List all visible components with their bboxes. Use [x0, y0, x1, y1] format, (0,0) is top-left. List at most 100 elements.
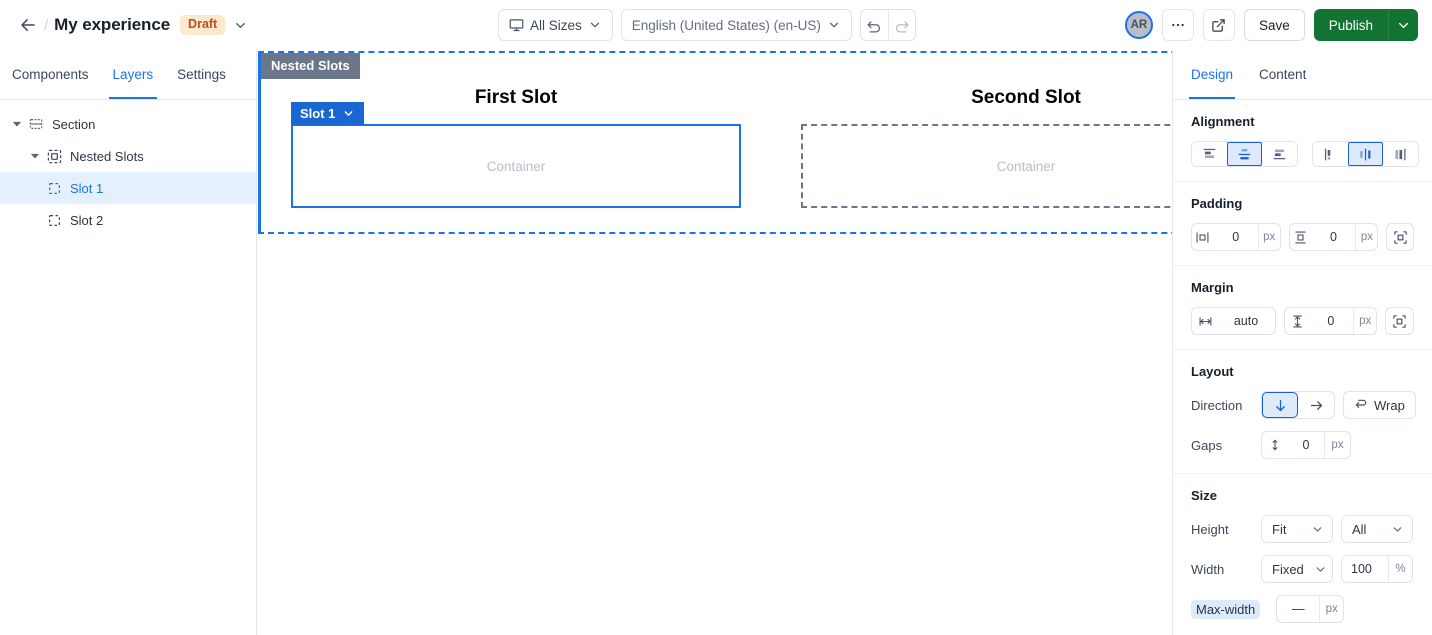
gaps-unit: px [1324, 432, 1350, 458]
margin-all-icon [1393, 314, 1406, 328]
title-menu-button[interactable] [233, 18, 248, 33]
width-mode-value: Fixed [1272, 561, 1304, 577]
expand-toggle[interactable] [8, 119, 26, 129]
chevron-down-icon [1314, 563, 1327, 576]
tree-item-label: Slot 1 [70, 180, 104, 196]
right-panel-tabs: Design Content [1173, 50, 1432, 100]
direction-row: Direction Wrap [1191, 391, 1416, 419]
margin-vertical-unit: px [1352, 308, 1377, 334]
maxwidth-input[interactable] [1277, 596, 1320, 622]
direction-label: Direction [1191, 397, 1243, 413]
maxwidth-field[interactable]: px [1276, 595, 1345, 623]
layout-section: Layout Direction Wrap Gaps 0 px [1173, 350, 1432, 474]
width-label: Width [1191, 561, 1225, 577]
margin-vertical-input[interactable] [1308, 308, 1353, 334]
width-mode-select[interactable]: Fixed [1261, 555, 1333, 583]
padding-vertical-input[interactable] [1311, 224, 1356, 250]
external-link-icon [1212, 18, 1226, 32]
tree-item-label: Slot 2 [70, 212, 104, 228]
tab-settings[interactable]: Settings [177, 50, 226, 99]
slots-row: First Slot Slot 1 Container Second Slot … [261, 79, 1172, 208]
tab-content[interactable]: Content [1259, 50, 1306, 99]
padding-vertical-unit: px [1355, 224, 1377, 250]
direction-horizontal-button[interactable] [1298, 392, 1334, 418]
tree-item-nested-slots[interactable]: Nested Slots [0, 140, 256, 172]
align-bottom-button[interactable] [1262, 142, 1297, 166]
nested-slots-container[interactable]: Nested Slots First Slot Slot 1 Container… [258, 51, 1172, 234]
tab-layers[interactable]: Layers [108, 50, 157, 99]
publish-button[interactable]: Publish [1314, 9, 1388, 41]
top-toolbar: / My experience Draft All Sizes English … [0, 0, 1432, 50]
container-label: Container [486, 158, 546, 174]
undo-button[interactable] [860, 10, 888, 40]
undo-redo-group [859, 9, 916, 41]
padding-horizontal-input[interactable] [1213, 224, 1258, 250]
align-middle-button[interactable] [1227, 142, 1262, 166]
margin-vertical-field[interactable]: px [1284, 307, 1378, 335]
size-selector[interactable]: All Sizes [498, 9, 613, 41]
chevron-down-icon [1311, 523, 1324, 536]
tree-item-slot-2[interactable]: Slot 2 [0, 204, 256, 236]
publish-dropdown-button[interactable] [1388, 9, 1418, 41]
gaps-input[interactable] [1288, 432, 1324, 458]
toolbar-right-group: AR Save Publish [1124, 9, 1418, 41]
wrap-label: Wrap [1374, 397, 1405, 413]
component-icon [44, 149, 64, 164]
align-bottom-icon [1273, 149, 1286, 159]
tab-components[interactable]: Components [12, 50, 89, 99]
align-center-button[interactable] [1348, 142, 1383, 166]
slot-icon [44, 214, 64, 227]
width-input[interactable] [1342, 556, 1388, 582]
slot-1-badge[interactable]: Slot 1 [291, 102, 365, 125]
align-top-button[interactable] [1192, 142, 1227, 166]
alignment-section: Alignment [1173, 100, 1432, 182]
margin-all-button[interactable] [1385, 307, 1414, 335]
size-heading: Size [1191, 488, 1218, 503]
padding-horizontal-icon [1192, 230, 1214, 245]
tree-item-slot-1[interactable]: Slot 1 [0, 172, 256, 204]
language-selector[interactable]: English (United States) (en-US) [620, 9, 852, 41]
wrap-button[interactable]: Wrap [1343, 391, 1416, 419]
padding-vertical-field[interactable]: px [1288, 223, 1379, 251]
size-section: Size Height Fit All Width Fixed 100 % Ma… [1173, 474, 1432, 635]
margin-section: Margin p [1173, 266, 1432, 350]
padding-all-button[interactable] [1386, 223, 1414, 251]
horizontal-align-group [1312, 141, 1419, 167]
container-slot-2[interactable]: Container [801, 124, 1172, 208]
height-scope-select[interactable]: All [1341, 515, 1413, 543]
redo-button[interactable] [887, 10, 915, 40]
more-options-button[interactable] [1161, 9, 1194, 41]
container-slot-1[interactable]: Slot 1 Container [291, 102, 741, 208]
preview-button[interactable] [1202, 9, 1235, 41]
margin-horizontal-field[interactable] [1191, 307, 1277, 335]
save-button[interactable]: Save [1243, 9, 1305, 41]
chevron-down-icon [1391, 523, 1404, 536]
nested-slots-badge[interactable]: Nested Slots [261, 53, 360, 79]
gaps-field[interactable]: px [1261, 431, 1351, 459]
width-value-field[interactable]: % [1341, 555, 1413, 583]
height-mode-select[interactable]: Fit [1261, 515, 1333, 543]
slot-column-2: Second Slot Container [771, 79, 1172, 208]
padding-heading: Padding [1191, 196, 1243, 211]
canvas[interactable]: Nested Slots First Slot Slot 1 Container… [257, 50, 1172, 635]
back-button[interactable] [14, 11, 42, 39]
tree-item-label: Section [52, 116, 96, 132]
gaps-label: Gaps [1191, 437, 1223, 453]
expand-toggle[interactable] [26, 151, 44, 161]
margin-heading: Margin [1191, 280, 1234, 295]
tab-design[interactable]: Design [1188, 50, 1236, 99]
padding-vertical-icon [1290, 230, 1312, 245]
size-selector-label: All Sizes [530, 17, 582, 33]
app-root: / My experience Draft All Sizes English … [0, 0, 1432, 635]
chevron-down-icon [829, 22, 838, 28]
align-right-button[interactable] [1383, 142, 1418, 166]
padding-horizontal-field[interactable]: px [1191, 223, 1281, 251]
direction-vertical-button[interactable] [1262, 392, 1298, 418]
avatar[interactable]: AR [1124, 11, 1153, 39]
ellipsis-icon [1172, 23, 1184, 27]
align-left-button[interactable] [1313, 142, 1348, 166]
width-row: Width Fixed % [1191, 555, 1414, 583]
margin-horizontal-input[interactable] [1218, 308, 1274, 334]
align-middle-icon [1238, 148, 1251, 159]
tree-item-section[interactable]: Section [0, 108, 256, 140]
